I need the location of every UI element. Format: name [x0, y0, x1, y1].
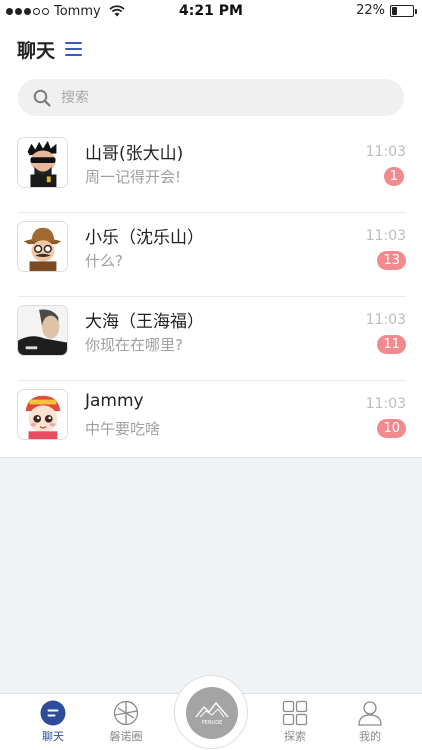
last-message: 中午要吃啥 — [85, 420, 161, 438]
message-time: 11:03 — [365, 228, 406, 244]
battery-percentage: 22% — [356, 3, 385, 18]
tab-chat[interactable]: 聊天 — [23, 700, 83, 744]
chat-item[interactable]: Jammy 中午要吃啥 11:03 10 — [0, 381, 422, 465]
battery-level-fill — [392, 6, 397, 15]
contact-name: 小乐（沈乐山） — [85, 228, 204, 248]
page-title: 聊天 — [17, 39, 56, 62]
avatar — [17, 221, 68, 272]
chat-item[interactable]: 大海（王海福） 你现在在哪里? 11:03 11 — [0, 297, 422, 381]
contact-name: 山哥(张大山) — [85, 144, 184, 164]
center-logo-button[interactable]: PENUOE — [174, 675, 248, 749]
chat-item[interactable]: 山哥(张大山) 周一记得开会! 11:03 1 — [0, 129, 422, 213]
contact-name: Jammy — [85, 391, 144, 411]
circle-icon — [113, 700, 139, 726]
menu-icon[interactable] — [65, 42, 83, 56]
last-message: 什么? — [85, 252, 123, 270]
logo-text: PENUOE — [202, 720, 223, 726]
unread-badge: 1 — [383, 167, 404, 186]
search-icon — [33, 89, 51, 107]
battery-icon — [390, 4, 417, 17]
chat-icon — [40, 700, 66, 726]
last-message: 周一记得开会! — [85, 168, 182, 186]
chat-panel: 聊天 搜索 山哥(张大山) 周一记得开会! 11:03 1 小乐（沈乐山） 什么… — [0, 22, 422, 458]
tab-explore[interactable]: 探索 — [265, 700, 325, 744]
logo-icon: PENUOE — [186, 687, 238, 739]
chat-screen: Tommy 4:21 PM 22% 聊天 搜索 山哥(张大山) 周一记得开会! … — [0, 0, 422, 750]
last-message: 你现在在哪里? — [85, 336, 183, 354]
unread-badge: 11 — [377, 335, 406, 354]
avatar — [17, 137, 68, 188]
unread-badge: 13 — [377, 251, 406, 270]
avatar — [17, 305, 68, 356]
tab-label: 我的 — [359, 730, 381, 743]
search-bar[interactable] — [18, 79, 404, 116]
unread-badge: 10 — [377, 419, 406, 438]
status-bar: Tommy 4:21 PM 22% — [0, 0, 422, 22]
message-time: 11:03 — [365, 396, 406, 412]
user-icon — [358, 701, 382, 726]
message-time: 11:03 — [365, 312, 406, 328]
search-input[interactable] — [61, 89, 361, 106]
page-header: 聊天 — [17, 34, 83, 64]
tab-label: 聊天 — [42, 730, 64, 743]
status-right: 22% — [356, 3, 417, 18]
contact-name: 大海（王海福） — [85, 312, 204, 332]
grid-icon — [282, 700, 308, 726]
tab-circle[interactable]: 磐诺圈 — [96, 700, 156, 744]
tab-label: 磐诺圈 — [109, 730, 143, 743]
tab-me[interactable]: 我的 — [340, 700, 400, 744]
tab-label: 探索 — [284, 730, 306, 743]
chat-list: 山哥(张大山) 周一记得开会! 11:03 1 小乐（沈乐山） 什么? 11:0… — [0, 129, 422, 465]
avatar — [17, 389, 68, 440]
chat-item[interactable]: 小乐（沈乐山） 什么? 11:03 13 — [0, 213, 422, 297]
message-time: 11:03 — [365, 144, 406, 160]
